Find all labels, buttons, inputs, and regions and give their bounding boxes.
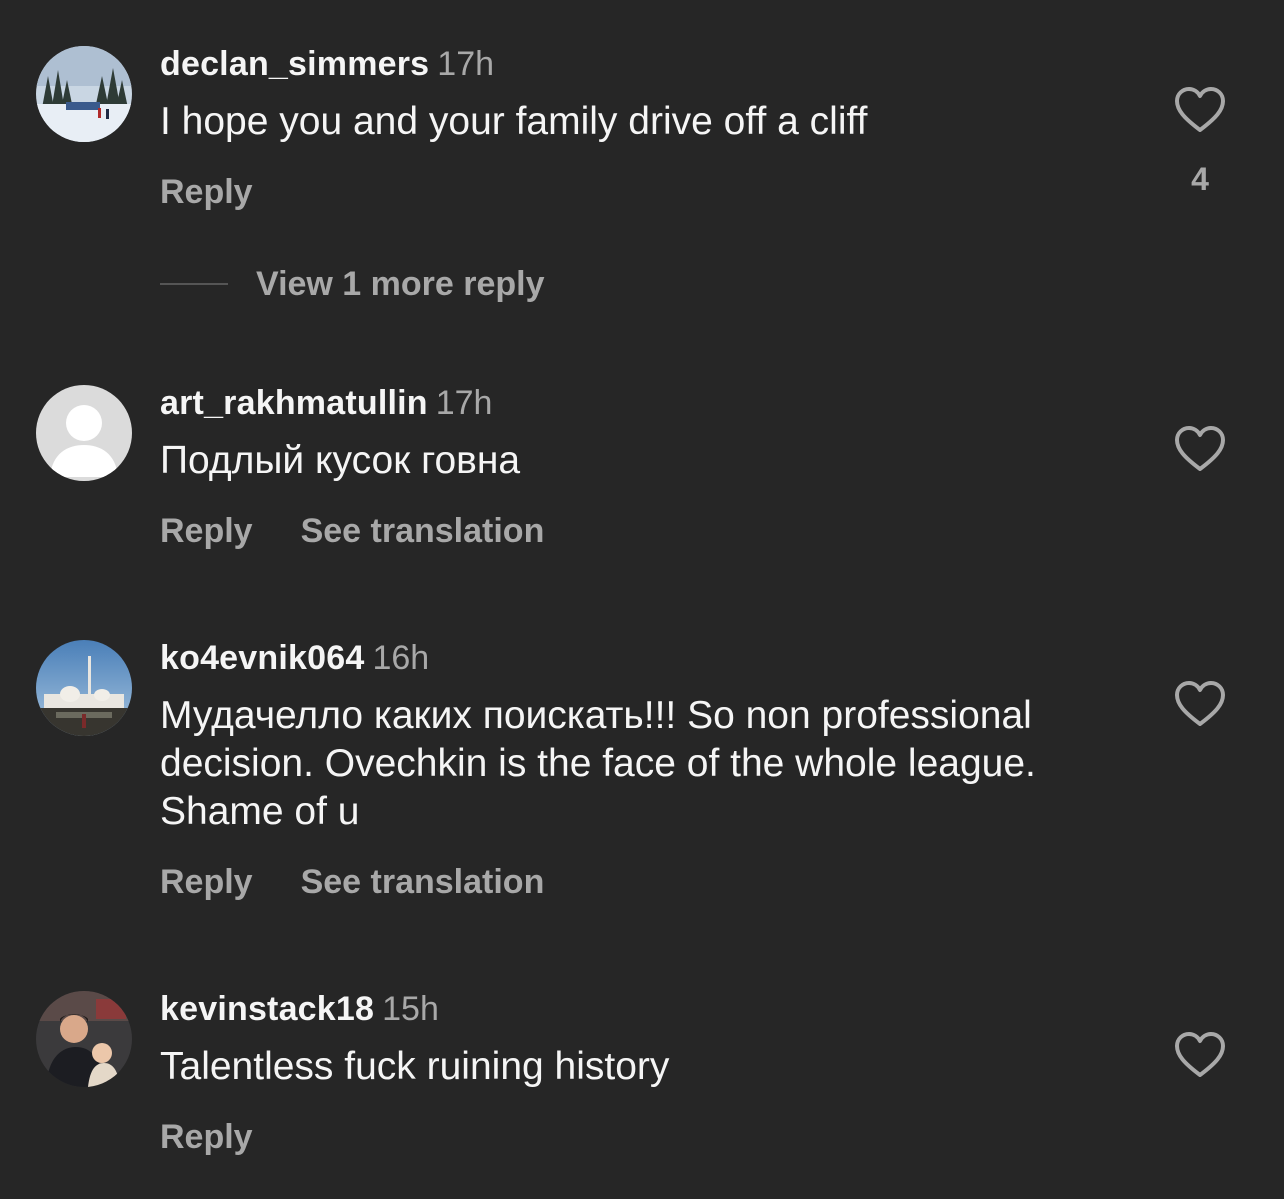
reply-button[interactable]: Reply	[160, 1118, 253, 1156]
comment-header: declan_simmers 17h	[160, 44, 494, 84]
comment-header: art_rakhmatullin 17h	[160, 383, 492, 423]
comment-text: I hope you and your family drive off a c…	[160, 100, 868, 143]
replies-divider-line	[160, 283, 228, 285]
default-avatar-icon	[36, 385, 132, 481]
reply-button[interactable]: Reply	[160, 173, 253, 211]
see-translation-button[interactable]: See translation	[301, 512, 545, 550]
comment-actions: Reply See translation	[160, 862, 544, 902]
comment-header: kevinstack18 15h	[160, 989, 439, 1029]
comment-text: Подлый кусок говна	[160, 439, 521, 482]
heart-outline-icon	[1175, 87, 1225, 132]
comment-actions: Reply See translation	[160, 511, 544, 551]
heart-outline-icon	[1175, 426, 1225, 471]
comment-text: Мудачелло каких поискать!!! So non profe…	[160, 694, 1036, 833]
avatar[interactable]	[36, 991, 132, 1087]
like-button[interactable]	[1174, 425, 1226, 473]
reply-button[interactable]: Reply	[160, 863, 253, 901]
like-button[interactable]	[1174, 680, 1226, 728]
timestamp: 15h	[382, 990, 439, 1028]
avatar[interactable]	[36, 385, 132, 481]
avatar-mosque-image	[36, 640, 132, 736]
comment-header: ko4evnik064 16h	[160, 638, 429, 678]
avatar[interactable]	[36, 46, 132, 142]
timestamp: 17h	[437, 45, 495, 83]
see-translation-button[interactable]: See translation	[301, 863, 545, 901]
like-count: 4	[1191, 161, 1209, 197]
heart-outline-icon	[1175, 681, 1225, 726]
comment-text: Talentless fuck ruining history	[160, 1045, 670, 1088]
heart-outline-icon	[1175, 1032, 1225, 1077]
avatar[interactable]	[36, 640, 132, 736]
timestamp: 16h	[372, 639, 430, 677]
username[interactable]: kevinstack18	[160, 990, 374, 1028]
view-more-replies[interactable]: View 1 more reply	[160, 264, 545, 304]
view-more-replies-label: View 1 more reply	[256, 265, 545, 303]
avatar-person-image	[36, 991, 132, 1087]
comment-item: declan_simmers 17h I hope you and your fa…	[0, 0, 1284, 330]
comment-actions: Reply	[160, 1117, 253, 1157]
timestamp: 17h	[435, 384, 493, 422]
username[interactable]: declan_simmers	[160, 45, 429, 83]
like-button[interactable]	[1174, 1031, 1226, 1079]
comment-actions: Reply	[160, 172, 253, 212]
username[interactable]: art_rakhmatullin	[160, 384, 428, 422]
reply-button[interactable]: Reply	[160, 512, 253, 550]
avatar-snow-scene-image	[36, 46, 132, 142]
like-button[interactable]	[1174, 86, 1226, 134]
username[interactable]: ko4evnik064	[160, 639, 364, 677]
